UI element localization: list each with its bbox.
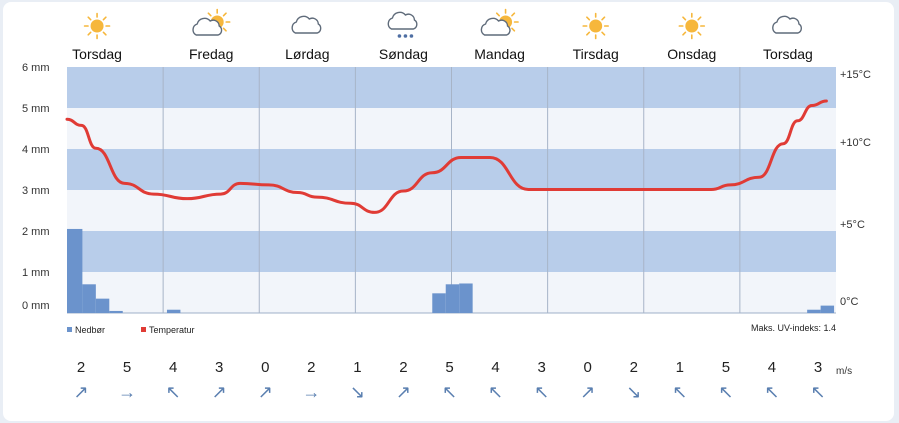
left-tick-label: 1 mm [22,267,50,279]
day-column: Torsdag [763,15,813,62]
legend: Nedbør Temperatur Maks. UV-indeks: 1.4 [67,323,836,335]
wind-speed: 1 [676,359,684,376]
day-column: Søndag [379,11,428,62]
wind-speed: 3 [537,359,545,376]
left-tick-label: 4 mm [22,144,50,156]
wind-direction-icon: ↖ [166,382,181,402]
wind-speed: 5 [445,359,453,376]
day-column: Torsdag [72,12,122,62]
right-axis-ticks: 0°C +5°C +10°C +15°C [840,69,871,308]
wind-direction-icon: ↗ [396,382,411,402]
cloud-icon [772,15,803,34]
wind-direction-icon: ↖ [672,382,687,402]
right-tick-label: 0°C [840,296,859,308]
day-column: Fredag [189,8,233,62]
wind-speed: 5 [123,359,131,376]
wind-direction-icon: ↖ [488,382,503,402]
day-label: Lørdag [285,46,329,62]
wind-direction-icon: ↗ [212,382,227,402]
left-tick-label: 5 mm [22,103,50,115]
legend-temp-label: Temperatur [149,325,195,335]
day-label: Tirsdag [573,46,619,62]
precip-bar [109,310,123,313]
right-tick-label: +15°C [840,69,871,81]
cloud-icon [291,15,322,34]
wind-speed: 2 [399,359,407,376]
left-tick-label: 0 mm [22,300,50,312]
wind-speed: 0 [584,359,592,376]
wind-speed: 3 [215,359,223,376]
wind-speed: 4 [768,359,776,376]
precip-bar [82,284,96,313]
day-column: Onsdag [667,12,716,62]
wind-speed: 1 [353,359,361,376]
precip-bar [432,293,446,313]
wind-unit: m/s [836,366,852,377]
wind-direction-icon: ↘ [626,382,641,402]
partly-cloudy-icon [192,8,231,36]
wind-speed: 3 [814,359,822,376]
day-header: Torsdag Fredag Lørdag Søndag Mandag Tirsdag On… [72,8,813,62]
wind-direction-icon: ↗ [258,382,273,402]
wind-direction-icon: ↘ [350,382,365,402]
wind-speed: 4 [169,359,177,376]
sun-icon [582,12,609,40]
precip-bar [95,298,110,313]
snow-cloud-icon [387,11,418,38]
day-label: Onsdag [667,46,716,62]
legend-temp-swatch [141,327,146,332]
wind-direction-icon: ↖ [764,382,779,402]
legend-precip-label: Nedbør [75,325,105,335]
precip-bar [807,309,821,313]
wind-direction-icon: ↖ [534,382,549,402]
left-tick-label: 2 mm [22,226,50,238]
wind-direction-icon: ↖ [810,382,825,402]
precip-bar [67,228,83,313]
wind-direction-icon: ↖ [442,382,457,402]
wind-speed: 2 [307,359,315,376]
legend-precip-swatch [67,327,72,332]
precip-bar [459,283,473,313]
wind-direction-icon: → [302,382,320,402]
day-label: Mandag [474,46,525,62]
wind-row: 2 ↗ 5 → 4 ↖ 3 ↗ 0 ↗ 2 → 1 ↘ 2 ↗ 5 ↖ 4 ↖ 3 ↖ 0 ↗ 2 ↘ 1 ↖ 5 ↖ 4 ↖ 3 ↖ [73,359,825,402]
sun-icon [83,12,111,40]
uv-index-label: Maks. UV-indeks: 1.4 [751,323,836,333]
right-tick-label: +5°C [840,219,865,231]
wind-speed: 4 [491,359,499,376]
day-column: Mandag [474,8,525,62]
day-label: Torsdag [763,46,813,62]
sun-icon [678,12,706,40]
wind-speed: 2 [77,359,85,376]
left-tick-label: 3 mm [22,185,50,197]
day-label: Torsdag [72,46,122,62]
wind-speed: 2 [630,359,638,376]
day-label: Fredag [189,46,233,62]
precip-bar [166,309,181,313]
wind-direction-icon: ↖ [718,382,733,402]
wind-direction-icon: → [118,382,136,402]
partly-cloudy-icon [480,8,519,36]
day-column: Lørdag [285,15,329,62]
wind-speed: 0 [261,359,269,376]
day-column: Tirsdag [573,12,619,62]
wind-speed: 5 [722,359,730,376]
forecast-chart: 0 mm 1 mm 2 mm 3 mm 4 mm 5 mm 6 mm 0°C +5°C +10°… [22,8,871,402]
precip-bar [820,305,835,313]
day-label: Søndag [379,46,428,62]
wind-direction-icon: ↗ [73,382,88,402]
wind-direction-icon: ↗ [580,382,595,402]
left-tick-label: 6 mm [22,62,50,74]
left-axis-ticks: 0 mm 1 mm 2 mm 3 mm 4 mm 5 mm 6 mm [22,62,50,312]
right-tick-label: +10°C [840,137,871,149]
precip-bar [445,284,460,313]
